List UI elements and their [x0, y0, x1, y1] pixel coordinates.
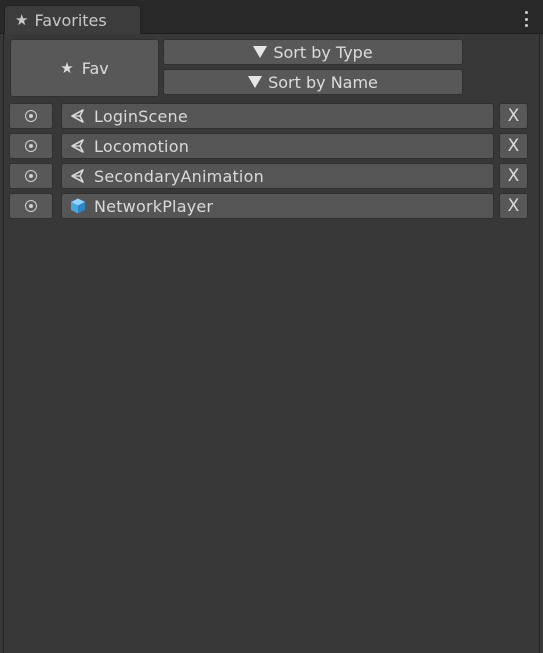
favorite-item-label: NetworkPlayer: [94, 196, 214, 216]
unity-scene-icon: [71, 109, 84, 123]
favorite-item-button[interactable]: LoginScene: [61, 103, 494, 129]
ping-button[interactable]: [9, 133, 53, 159]
favorite-row: SecondaryAnimation X: [4, 163, 541, 189]
favorite-row: NetworkPlayer X: [4, 193, 541, 219]
unity-scene-icon: [71, 169, 84, 183]
target-icon: [25, 170, 37, 182]
sort-by-type-button[interactable]: Sort by Type: [163, 39, 463, 65]
target-icon: [25, 200, 37, 212]
favorite-item-label: Locomotion: [94, 136, 190, 156]
sort-by-name-label: Sort by Name: [268, 72, 378, 92]
ping-button[interactable]: [9, 193, 53, 219]
remove-favorite-button[interactable]: X: [499, 193, 528, 219]
target-icon: [25, 110, 37, 122]
target-icon: [25, 140, 37, 152]
prefab-cube-icon: [71, 198, 85, 214]
favorites-window: ★ Favorites ★ Fav Sort by Type Sort by N…: [0, 0, 543, 653]
favorite-row: LoginScene X: [4, 103, 541, 129]
favorite-item-label: SecondaryAnimation: [94, 166, 264, 186]
tab-title: Favorites: [34, 10, 107, 30]
remove-favorite-button[interactable]: X: [499, 163, 528, 189]
triangle-down-icon: [253, 46, 268, 58]
more-options-icon[interactable]: [523, 11, 529, 27]
unity-scene-icon: [71, 139, 84, 153]
favorite-item-button[interactable]: Locomotion: [61, 133, 494, 159]
favorite-item-label: LoginScene: [94, 106, 188, 126]
favorite-row: Locomotion X: [4, 133, 541, 159]
ping-button[interactable]: [9, 163, 53, 189]
remove-favorite-button[interactable]: X: [499, 103, 528, 129]
remove-favorite-button[interactable]: X: [499, 133, 528, 159]
triangle-down-icon: [248, 76, 263, 88]
star-icon: ★: [15, 11, 29, 29]
favorite-item-button[interactable]: SecondaryAnimation: [61, 163, 494, 189]
tab-favorites[interactable]: ★ Favorites: [4, 5, 141, 34]
favorite-item-button[interactable]: NetworkPlayer: [61, 193, 494, 219]
tab-bar: ★ Favorites: [0, 0, 543, 34]
fav-button[interactable]: ★ Fav: [10, 39, 159, 97]
sort-by-name-button[interactable]: Sort by Name: [163, 69, 463, 95]
ping-button[interactable]: [9, 103, 53, 129]
sort-by-type-label: Sort by Type: [273, 42, 373, 62]
favorites-panel: ★ Fav Sort by Type Sort by Name LoginSce…: [3, 34, 540, 653]
fav-button-label: Fav: [81, 58, 109, 78]
star-icon: ★: [60, 59, 74, 77]
